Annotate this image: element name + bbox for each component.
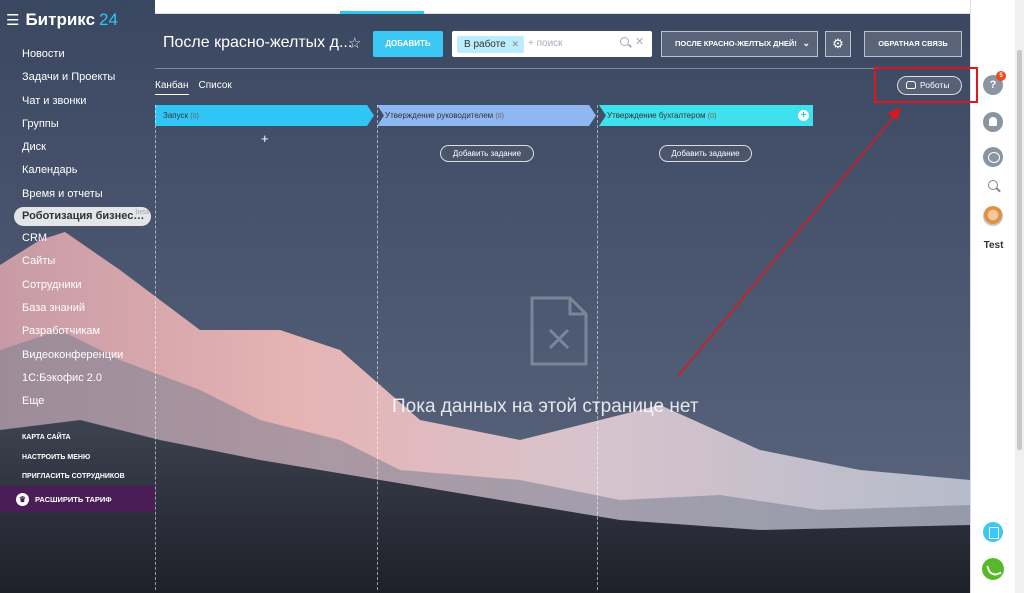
phone-icon[interactable] <box>982 558 1004 580</box>
kanban-column-launch: Запуск (0) <box>155 105 374 126</box>
sidebar-item-crm[interactable]: CRM <box>0 227 155 250</box>
empty-document-icon <box>530 296 588 366</box>
sidebar-item-chat[interactable]: Чат и звонки <box>0 90 155 113</box>
remove-tag-icon[interactable]: ✕ <box>511 36 519 53</box>
view-tabs: Канбан Список <box>155 80 232 95</box>
column-title: Утверждение руководителем <box>385 111 494 120</box>
exit-icon[interactable] <box>983 522 1003 542</box>
column-separator <box>377 105 378 590</box>
sidebar-small-links: КАРТА САЙТА НАСТРОИТЬ МЕНЮ ПРИГЛАСИТЬ СО… <box>0 428 155 487</box>
column-title: Запуск <box>163 111 189 120</box>
add-column-icon[interactable]: + <box>798 110 809 121</box>
search-icon[interactable] <box>983 176 1003 196</box>
add-task-button[interactable]: Добавить задание <box>440 145 534 162</box>
user-name: Test <box>983 240 1004 251</box>
sidebar-item-groups[interactable]: Группы <box>0 113 155 136</box>
logo-number: 24 <box>99 10 118 29</box>
beta-badge: beta <box>135 209 149 217</box>
sidebar-item-tasks[interactable]: Задачи и Проекты <box>0 66 155 89</box>
sidebar-item-more[interactable]: Еще <box>0 390 155 413</box>
column-header[interactable]: Утверждение бухгалтером (0) + <box>599 105 813 126</box>
column-count: (0) <box>190 113 199 120</box>
scrollbar-thumb[interactable] <box>1017 50 1022 450</box>
sidebar-item-automation[interactable]: Роботизация бизнес… beta <box>14 207 151 227</box>
kanban-column-accountant-approval: Утверждение бухгалтером (0) + <box>599 105 813 126</box>
top-tab-band <box>155 0 970 14</box>
add-button[interactable]: ДОБАВИТЬ <box>373 31 443 57</box>
configure-menu-link[interactable]: НАСТРОИТЬ МЕНЮ <box>0 448 155 468</box>
column-separator <box>597 105 598 590</box>
tab-kanban[interactable]: Канбан <box>155 80 189 95</box>
column-title: Утверждение бухгалтером <box>607 111 706 120</box>
help-badge: 5 <box>996 71 1006 81</box>
gear-icon: ⚙ <box>832 36 844 51</box>
page-title: После красно-желтых д... <box>163 34 353 51</box>
upgrade-plan-button[interactable]: ♛ РАСШИРИТЬ ТАРИФ <box>0 486 155 512</box>
clear-icon[interactable]: ✕ <box>635 35 644 48</box>
left-sidebar: ☰ Битрикс 24 Новости Задачи и Проекты Ча… <box>0 0 155 593</box>
active-tab-indicator <box>340 11 424 14</box>
sidebar-menu: Новости Задачи и Проекты Чат и звонки Гр… <box>0 43 155 413</box>
empty-state-text: Пока данных на этой странице нет <box>392 396 699 417</box>
sidebar-item-knowledge-base[interactable]: База знаний <box>0 297 155 320</box>
sidebar-item-sites[interactable]: Сайты <box>0 250 155 273</box>
sitemap-link[interactable]: КАРТА САЙТА <box>0 428 155 448</box>
sidebar-item-time-reports[interactable]: Время и отчеты <box>0 183 155 206</box>
logo[interactable]: ☰ Битрикс 24 <box>6 10 118 30</box>
invite-employees-link[interactable]: ПРИГЛАСИТЬ СОТРУДНИКОВ <box>0 467 155 487</box>
highlight-annotation-box <box>874 67 978 103</box>
column-separator <box>155 105 156 590</box>
column-header[interactable]: Утверждение руководителем (0) <box>377 105 596 126</box>
sidebar-item-news[interactable]: Новости <box>0 43 155 66</box>
kanban-column-manager-approval: Утверждение руководителем (0) <box>377 105 596 126</box>
sidebar-item-1c[interactable]: 1С:Бэкофис 2.0 <box>0 367 155 390</box>
page-header: После красно-желтых д... ☆ ДОБАВИТЬ В ра… <box>155 26 970 62</box>
filter-tag[interactable]: В работе ✕ <box>457 36 524 53</box>
upgrade-plan-label: РАСШИРИТЬ ТАРИФ <box>35 494 112 504</box>
sidebar-item-employees[interactable]: Сотрудники <box>0 274 155 297</box>
stage-dropdown-label: ПОСЛЕ КРАСНО-ЖЕЛТЫХ ДНЕЙ! <box>675 39 797 48</box>
add-task-button[interactable]: Добавить задание <box>659 145 752 162</box>
menu-burger-icon[interactable]: ☰ <box>6 11 19 29</box>
feedback-button[interactable]: ОБРАТНАЯ СВЯЗЬ <box>864 31 962 57</box>
crown-icon: ♛ <box>16 492 29 506</box>
chat-icon[interactable] <box>983 147 1003 167</box>
scrollbar[interactable] <box>1015 0 1024 593</box>
sidebar-item-videoconf[interactable]: Видеоконференции <box>0 344 155 367</box>
search-icon[interactable] <box>620 37 629 46</box>
quick-add-plus-icon[interactable]: + <box>261 131 269 146</box>
chevron-down-icon: ⌄ <box>802 38 810 48</box>
stage-dropdown-button[interactable]: ПОСЛЕ КРАСНО-ЖЕЛТЫХ ДНЕЙ! ⌄ <box>661 31 818 57</box>
help-icon[interactable]: ? 5 <box>983 71 1006 95</box>
sidebar-item-developers[interactable]: Разработчикам <box>0 320 155 343</box>
logo-name: Битрикс <box>25 10 96 29</box>
settings-gear-button[interactable]: ⚙ <box>825 31 851 57</box>
tab-list[interactable]: Список <box>199 80 232 95</box>
sidebar-item-disk[interactable]: Диск <box>0 136 155 159</box>
filter-search-field[interactable]: В работе ✕ + поиск ✕ <box>452 31 652 57</box>
column-header[interactable]: Запуск (0) <box>155 105 374 126</box>
avatar[interactable] <box>983 206 1003 226</box>
search-input[interactable]: + поиск <box>528 31 563 57</box>
column-count: (0) <box>707 113 717 120</box>
favorite-star-icon[interactable]: ☆ <box>348 34 361 52</box>
column-count: (0) <box>495 113 504 120</box>
filter-tag-label: В работе <box>464 39 506 50</box>
header-divider <box>155 68 970 69</box>
sidebar-item-automation-label: Роботизация бизнес… <box>22 210 145 223</box>
sidebar-item-calendar[interactable]: Календарь <box>0 159 155 182</box>
bell-icon[interactable] <box>983 112 1003 132</box>
